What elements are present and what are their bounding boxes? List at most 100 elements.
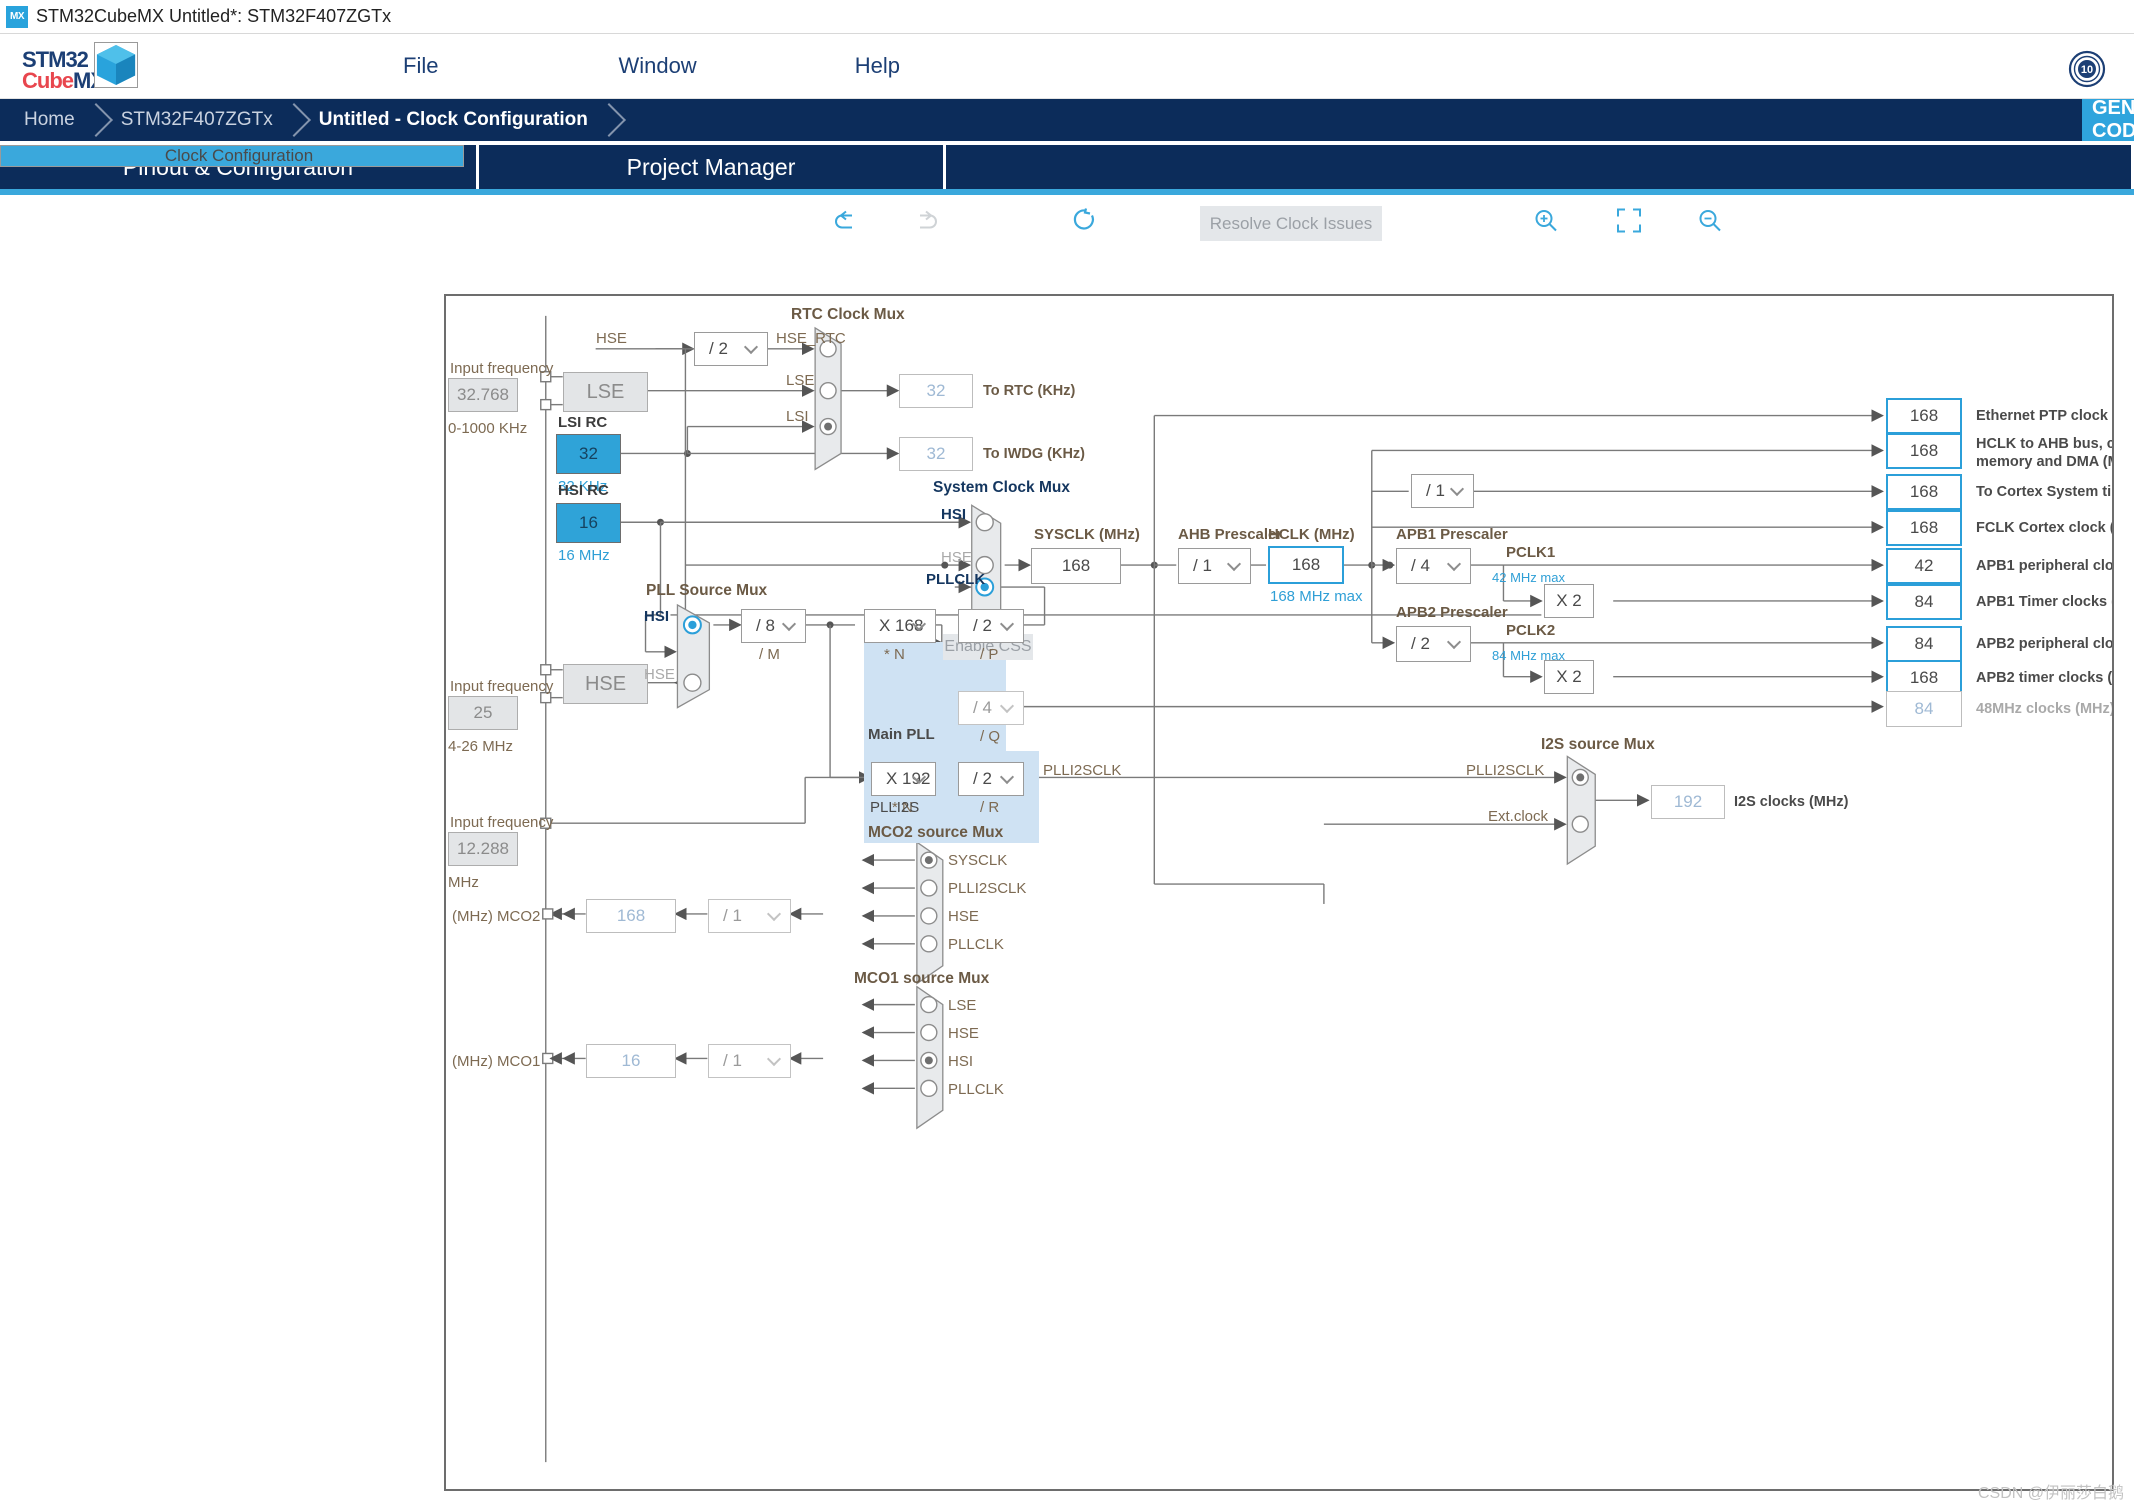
mco2-divider-select[interactable]: / 1 — [708, 899, 791, 933]
chevron-down-icon — [1446, 634, 1462, 650]
apb2-peripheral-clocks-value[interactable]: 84 — [1886, 626, 1962, 662]
main-pll-label: Main PLL — [868, 726, 935, 743]
mco1-lse-label: LSE — [948, 997, 977, 1014]
mco2-plli2sclk-label: PLLI2SCLK — [948, 880, 1027, 897]
redo-icon — [912, 208, 940, 239]
clock-wires — [540, 315, 1884, 1463]
breadcrumb-item-home[interactable]: Home — [0, 99, 97, 141]
chevron-down-icon — [781, 616, 797, 632]
lse-block[interactable]: LSE — [563, 372, 648, 412]
rtc-lsi-label: LSI — [786, 408, 809, 425]
apb1-timer-clocks-label: APB1 Timer clocks (MHz) — [1976, 594, 2112, 610]
generate-code-button[interactable]: GENERATE CODE — [2082, 99, 2134, 141]
i2s-input-frequency-field[interactable]: 12.288 — [448, 832, 518, 866]
menu-file[interactable]: File — [393, 53, 448, 79]
lse-input-frequency-field[interactable]: 32.768 — [448, 378, 518, 412]
pllmux-hse-label: HSE — [644, 666, 675, 683]
mco1-divider-select[interactable]: / 1 — [708, 1044, 791, 1078]
tab-clock-configuration[interactable]: Clock Configuration — [0, 145, 464, 167]
tab-project-manager[interactable]: Project Manager — [479, 145, 943, 189]
zoom-out-icon[interactable] — [1697, 208, 1723, 239]
pll-q-divider-select[interactable]: / 4 — [958, 691, 1024, 725]
menu-help[interactable]: Help — [845, 53, 910, 79]
i2smux-extclock-label: Ext.clock — [1488, 808, 1549, 825]
hse-block[interactable]: HSE — [563, 664, 648, 704]
chevron-down-icon — [999, 769, 1015, 785]
sysclk-value: 168 — [1031, 548, 1121, 584]
pll-m-divider-select[interactable]: / 8 — [741, 609, 806, 643]
cortex-systimer-value[interactable]: 168 — [1886, 474, 1962, 510]
pclk1-label: PCLK1 — [1506, 544, 1556, 561]
fclk-cortex-clock-value[interactable]: 168 — [1886, 510, 1962, 546]
pll-m-sublabel: / M — [759, 646, 780, 663]
i2s-input-frequency-caption: Input frequency — [450, 814, 554, 831]
undo-icon[interactable] — [832, 208, 860, 239]
mco2-hse-label: HSE — [948, 908, 979, 925]
i2s-source-mux-shape — [1566, 755, 1596, 866]
ahb-prescaler-select[interactable]: / 1 — [1178, 548, 1251, 584]
clock-toolbar: Resolve Clock Issues — [0, 195, 2134, 251]
to-rtc-value: 32 — [899, 374, 973, 408]
sysmux-hsi-label: HSI — [941, 506, 967, 523]
resolve-clock-issues-button[interactable]: Resolve Clock Issues — [1200, 206, 1382, 241]
hse-input-range: 4-26 MHz — [448, 738, 514, 755]
reset-icon[interactable] — [1070, 207, 1100, 240]
pll-p-divider-select[interactable]: / 2 — [958, 609, 1024, 643]
hclk-ahb-clock-value[interactable]: 168 — [1886, 433, 1962, 469]
fit-to-screen-icon[interactable] — [1616, 208, 1642, 239]
apb2-prescaler-select[interactable]: / 2 — [1396, 626, 1471, 662]
pll-source-mux-title: PLL Source Mux — [646, 582, 768, 599]
hse-input-frequency-field[interactable]: 25 — [448, 696, 518, 730]
sysmux-hse-label: HSE — [941, 549, 972, 566]
anniversary-badge-icon: 10 — [2068, 50, 2106, 88]
i2s-source-mux-title: I2S source Mux — [1541, 736, 1655, 753]
clock-diagram-canvas[interactable]: Input frequency 32.768 0-1000 KHz Input … — [444, 294, 2114, 1491]
ethernet-ptp-clock-value[interactable]: 168 — [1886, 398, 1962, 434]
zoom-in-icon[interactable] — [1533, 208, 1559, 239]
breadcrumb-item-device[interactable]: STM32F407ZGTx — [97, 99, 295, 141]
hclk-value[interactable]: 168 — [1268, 546, 1344, 584]
mco1-pllclk-label: PLLCLK — [948, 1081, 1004, 1098]
apb1-timer-clocks-value[interactable]: 84 — [1886, 584, 1962, 620]
to-rtc-label: To RTC (KHz) — [983, 383, 1076, 399]
pll-n-sublabel: * N — [884, 646, 905, 663]
plli2sclk-label-left: PLLI2SCLK — [1043, 762, 1122, 779]
clock-diagram-area: Input frequency 32.768 0-1000 KHz Input … — [0, 282, 2134, 1511]
apb1-prescaler-select[interactable]: / 4 — [1396, 548, 1471, 584]
chevron-down-icon — [1226, 556, 1242, 572]
mco1-source-mux-shape — [916, 985, 944, 1130]
tab-tools[interactable] — [946, 145, 2131, 189]
plli2s-n-multiplier-select[interactable]: X 192 — [871, 762, 936, 796]
apb2-peripheral-clocks-label: APB2 peripheral clocks (MHz) — [1976, 636, 2114, 652]
apb1-peripheral-clocks-value[interactable]: 42 — [1886, 548, 1962, 584]
mco1-label: (MHz) MCO1 — [452, 1053, 541, 1070]
chevron-down-icon — [766, 1051, 782, 1067]
apb2-timer-x2: X 2 — [1544, 660, 1594, 694]
hclk-max-label: 168 MHz max — [1270, 588, 1363, 605]
logo-cube-icon — [94, 42, 138, 88]
pclk1-max-label: 42 MHz max — [1492, 570, 1565, 585]
plli2s-r-divider-select[interactable]: / 2 — [958, 762, 1024, 796]
hsi-rc-value[interactable]: 16 — [556, 503, 621, 543]
apb1-peripheral-clocks-label: APB1 peripheral clocks (MHz) — [1976, 558, 2114, 574]
lsi-rc-value[interactable]: 32 — [556, 434, 621, 474]
pclk2-label: PCLK2 — [1506, 622, 1556, 639]
pll-p-sublabel: / P — [980, 646, 999, 663]
mco2-source-mux-title: MCO2 source Mux — [868, 824, 1004, 841]
i2s-clocks-label: I2S clocks (MHz) — [1734, 794, 1849, 810]
i2smux-plli2sclk-label: PLLI2SCLK — [1466, 762, 1545, 779]
mco1-source-mux-title: MCO1 source Mux — [854, 970, 990, 987]
chevron-down-icon — [999, 698, 1015, 714]
pll-n-multiplier-select[interactable]: X 168 — [864, 609, 936, 643]
rtc-hse-divider-select[interactable]: / 2 — [694, 332, 768, 366]
watermark: CSDN @伊丽莎白鹅 — [1977, 1485, 2124, 1502]
hclk-label: HCLK (MHz) — [1268, 526, 1355, 543]
breadcrumb-item-current[interactable]: Untitled - Clock Configuration — [295, 99, 610, 141]
menu-window[interactable]: Window — [608, 53, 706, 79]
mco2-source-mux-shape — [916, 840, 944, 985]
rtc-hse-label: HSE — [596, 330, 627, 347]
lsi-rc-title: LSI RC — [558, 414, 608, 431]
window-titlebar: MX STM32CubeMX Untitled*: STM32F407ZGTx — [0, 0, 2134, 34]
cortex-systick-divider-select[interactable]: / 1 — [1411, 474, 1474, 508]
i2s-clocks-value: 192 — [1651, 785, 1725, 819]
